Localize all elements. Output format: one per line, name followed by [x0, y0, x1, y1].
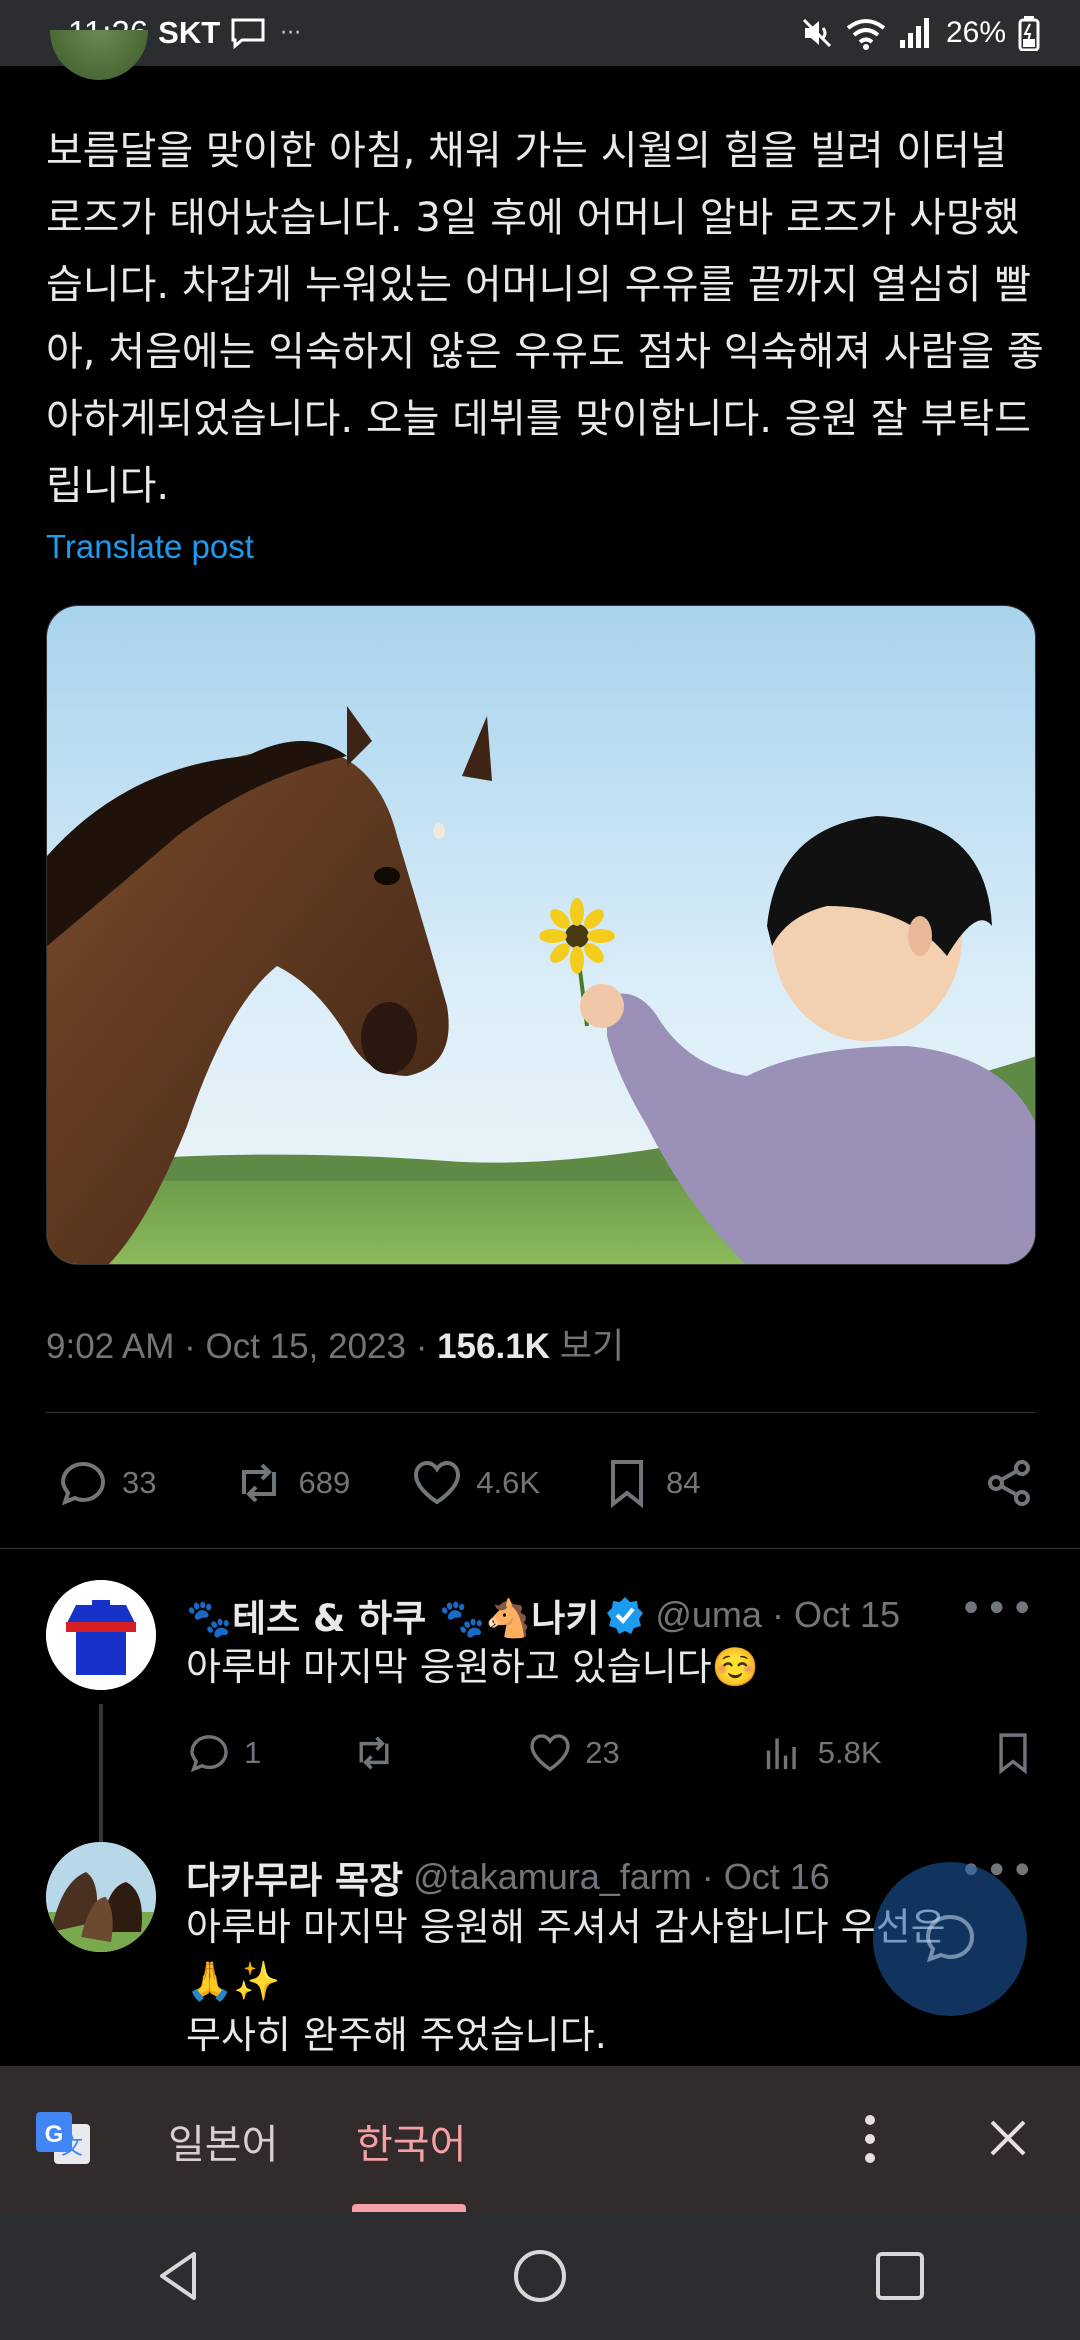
reply-date: Oct 16	[723, 1856, 830, 1897]
reply-separator: ·	[771, 1594, 784, 1635]
reply-text-line: 무사히 완주해 주었습니다.	[186, 2013, 607, 2057]
translate-bar: 文 G 일본어 한국어	[0, 2066, 1080, 2212]
reply-author-handle[interactable]: @uma	[655, 1594, 762, 1636]
battery-percent: 26%	[945, 16, 1006, 49]
reply-more-button[interactable]: •••	[959, 1586, 1036, 1632]
signal-icon	[899, 18, 929, 48]
heart-icon	[530, 1734, 570, 1772]
wifi-icon	[846, 19, 886, 50]
more-options-icon[interactable]	[850, 2106, 890, 2172]
home-icon[interactable]	[510, 2246, 570, 2306]
reply-views-count: 5.8K	[817, 1735, 882, 1770]
verified-badge-icon	[607, 1597, 644, 1634]
post-action-bar: 33 689 4.6K 84	[46, 1448, 1036, 1518]
reply-date: Oct 15	[793, 1594, 900, 1635]
reply-author-handle[interactable]: @takamura_farm	[413, 1856, 692, 1898]
active-tab-indicator	[352, 2204, 466, 2212]
reply-views-button[interactable]: 5.8K	[760, 1730, 882, 1776]
post-time: 9:02 AM	[46, 1327, 175, 1366]
mute-icon	[802, 18, 832, 48]
post-date: Oct 15, 2023	[205, 1327, 406, 1366]
repost-count: 689	[298, 1465, 351, 1500]
like-count: 4.6K	[476, 1465, 540, 1500]
reply-avatar[interactable]	[46, 1580, 156, 1690]
translate-post-link[interactable]: Translate post	[46, 528, 254, 566]
reply-reply-button[interactable]: 1	[186, 1730, 261, 1776]
post-views-label: 보기	[559, 1327, 625, 1366]
like-button[interactable]: 4.6K	[410, 1456, 540, 1510]
status-bar: 11:26 SKT ··· 26%	[0, 0, 1080, 66]
recents-icon[interactable]	[870, 2246, 930, 2306]
compose-reply-fab[interactable]	[873, 1862, 1027, 2016]
reply-author-name[interactable]: 🐾테츠 & 하쿠 🐾🐴나키	[186, 1588, 599, 1642]
source-language-tab[interactable]: 일본어	[168, 2112, 278, 2170]
post-text: 보름달을 맞이한 아침, 채워 가는 시월의 힘을 빌려 이터널 로즈가 태어났…	[46, 128, 1044, 509]
reply-action-bar: 1 23 5.8K	[186, 1730, 1036, 1776]
reply-bubble-icon	[925, 1914, 975, 1963]
bookmark-count: 84	[666, 1465, 701, 1500]
repost-icon	[242, 1463, 277, 1503]
close-icon[interactable]	[980, 2110, 1036, 2166]
google-translate-icon[interactable]: 文 G	[34, 2110, 92, 2168]
reply-repost-button[interactable]	[351, 1730, 397, 1776]
more-notifications-icon: ···	[280, 20, 302, 46]
meta-separator: ·	[415, 1327, 438, 1366]
repost-icon	[359, 1736, 389, 1770]
reply-reply-count: 1	[244, 1735, 262, 1770]
reply-like-count: 23	[585, 1735, 620, 1770]
back-icon[interactable]	[150, 2246, 210, 2306]
post-meta: 9:02 AM · Oct 15, 2023 · 156.1K 보기	[46, 1318, 624, 1369]
meta-separator: ·	[184, 1327, 206, 1366]
system-navigation-bar	[0, 2212, 1080, 2340]
share-button[interactable]	[982, 1456, 1036, 1510]
reply-icon	[190, 1735, 228, 1773]
horse-and-child-photo	[47, 606, 1035, 1264]
svg-text:G: G	[45, 2121, 64, 2148]
reply-button[interactable]: 33	[56, 1456, 156, 1510]
reply-like-button[interactable]: 23	[527, 1730, 620, 1776]
status-carrier: SKT	[158, 15, 221, 50]
battery-icon	[1018, 16, 1040, 51]
reply-header: 🐾테츠 & 하쿠 🐾🐴나키 @uma · Oct 15	[186, 1588, 1016, 1642]
analytics-icon	[766, 1738, 796, 1770]
author-avatar[interactable]	[50, 30, 148, 80]
reply-separator: ·	[701, 1856, 714, 1897]
jockey-silks-avatar-image	[46, 1580, 156, 1690]
bookmark-icon	[611, 1460, 643, 1509]
repost-button[interactable]: 689	[232, 1456, 350, 1510]
bookmark-icon	[999, 1733, 1027, 1775]
reply-avatar[interactable]	[46, 1842, 156, 1952]
divider	[0, 1548, 1080, 1549]
target-language-tab[interactable]: 한국어	[356, 2112, 466, 2170]
reply-text: 아루바 마지막 응원하고 있습니다☺️	[186, 1645, 759, 1689]
message-notification-icon	[231, 18, 265, 49]
bookmark-button[interactable]: 84	[600, 1456, 700, 1510]
horses-avatar-image	[46, 1842, 156, 1952]
reply-icon	[60, 1461, 106, 1506]
share-icon	[988, 1460, 1030, 1506]
post-views-count: 156.1K	[437, 1327, 550, 1366]
reply-bookmark-button[interactable]	[990, 1730, 1036, 1776]
heart-icon	[414, 1460, 461, 1505]
reply-author-name[interactable]: 다카무라 목장	[186, 1850, 403, 1904]
post-image[interactable]	[46, 605, 1036, 1265]
reply-count: 33	[122, 1465, 157, 1500]
divider	[46, 1412, 1036, 1413]
